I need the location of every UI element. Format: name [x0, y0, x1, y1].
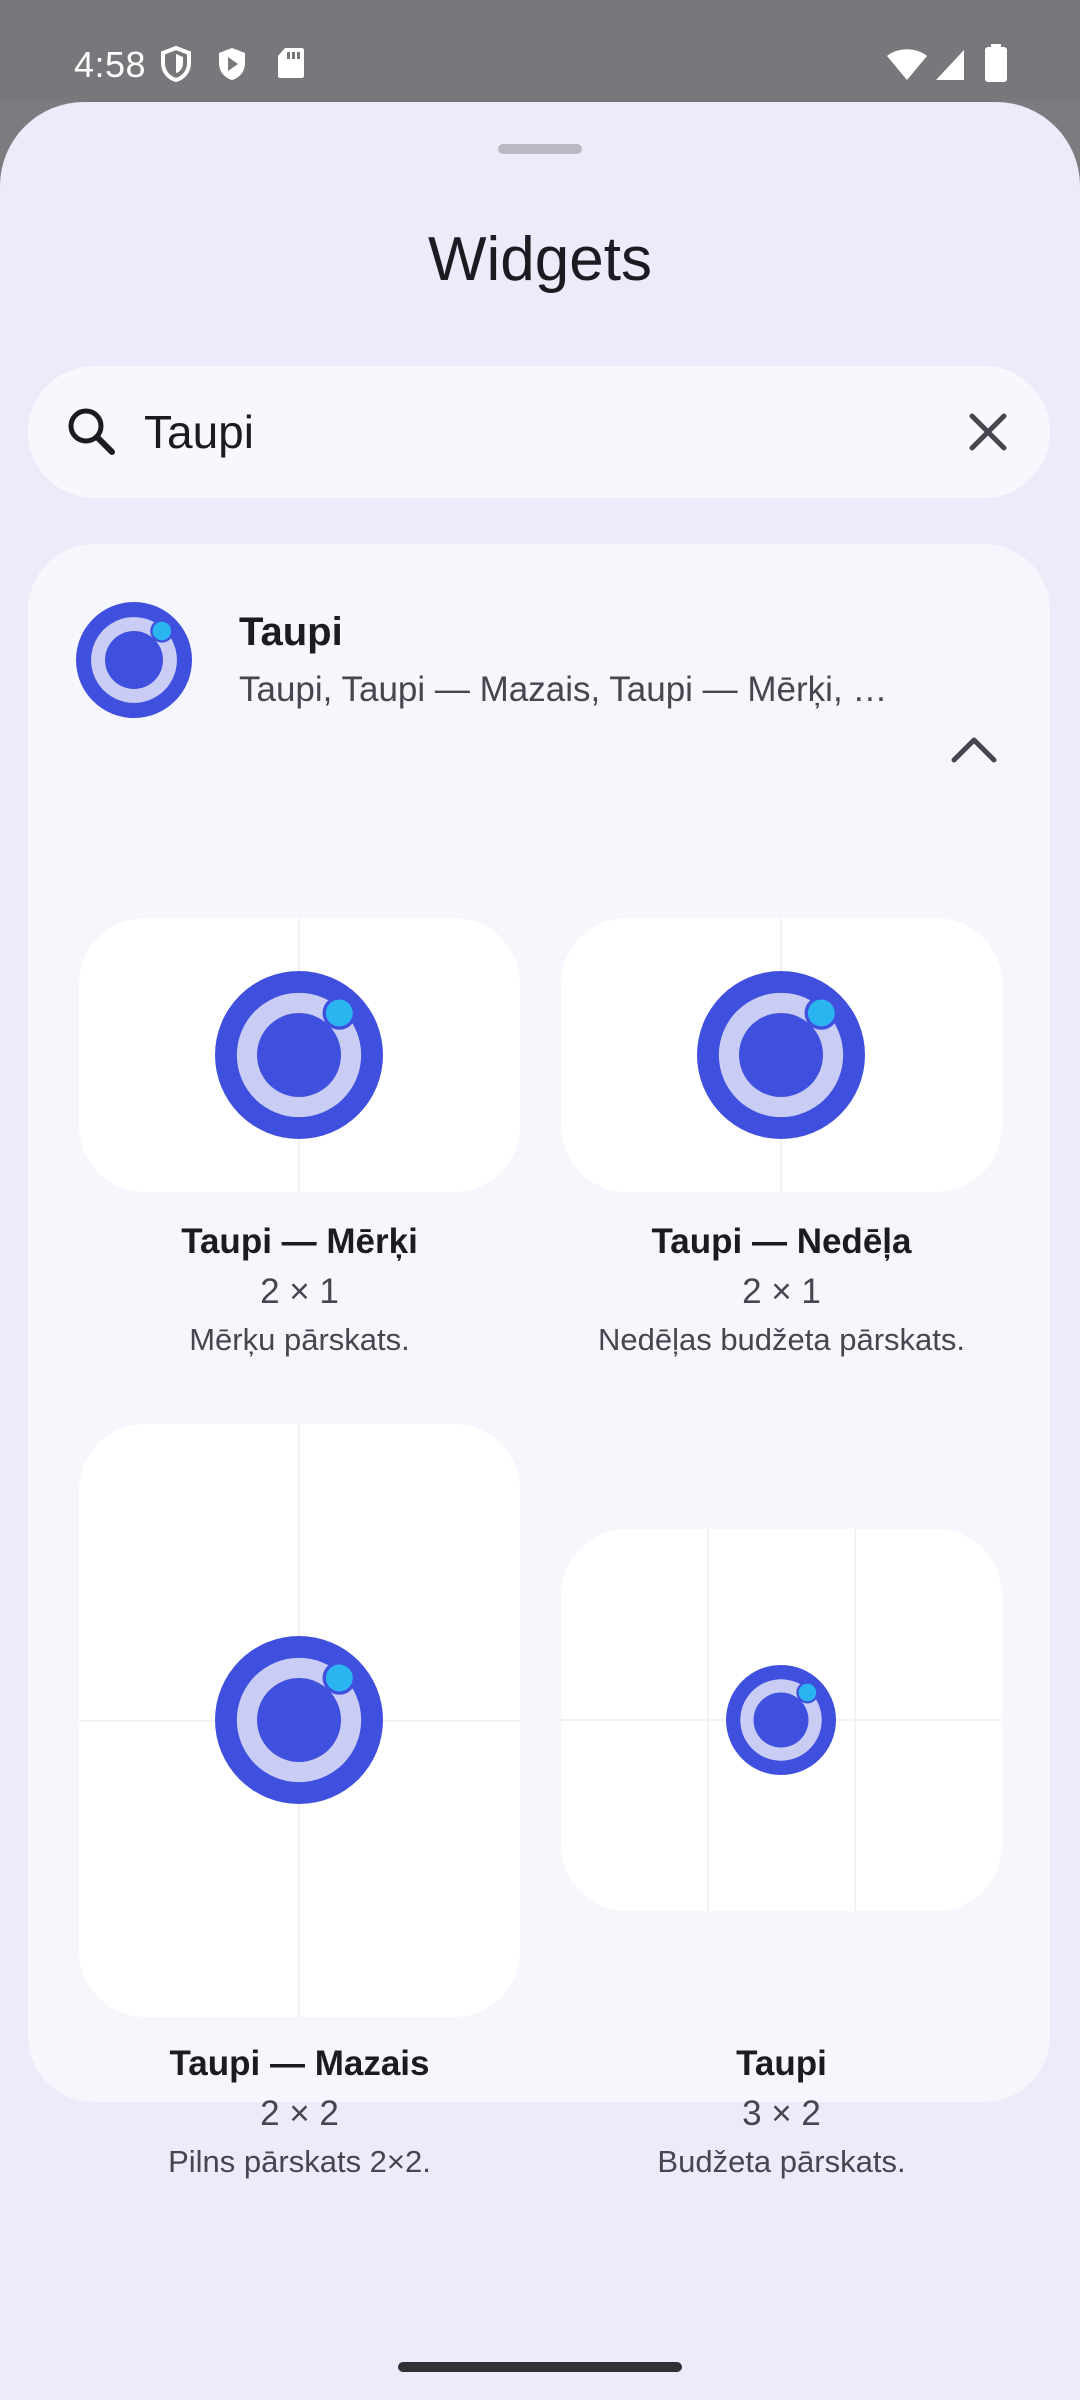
close-icon[interactable]: [958, 402, 1018, 462]
status-bar: 4:58: [0, 0, 1080, 102]
status-time: 4:58: [74, 44, 147, 85]
app-name: Taupi: [239, 610, 343, 654]
app-widget-group: Taupi Taupi, Taupi — Mazais, Taupi — Mēr…: [28, 544, 1050, 2179]
app-icon: [76, 602, 192, 723]
page-title: Widgets: [428, 225, 652, 294]
widget-description: Nedēļas budžeta pārskats.: [597, 1322, 966, 1357]
widgets-sheet: Widgets Taupi Taupi Taupi, Taupi — Mazai…: [0, 102, 1080, 2400]
widget-name: Taupi — Mērķi: [181, 1222, 418, 1261]
widget-preview-mazais[interactable]: [79, 1424, 520, 2017]
widget-size: 2 × 2: [260, 2094, 339, 2133]
widget-size: 2 × 1: [742, 1272, 821, 1311]
app-logo-icon: [215, 1636, 383, 1809]
app-logo-icon: [697, 971, 865, 1144]
play-protect-icon: [216, 46, 248, 87]
drag-handle[interactable]: [498, 144, 582, 154]
widget-description: Mērķu pārskats.: [189, 1322, 410, 1357]
widget-name: Taupi — Mazais: [169, 2044, 430, 2083]
search-input[interactable]: [144, 394, 944, 470]
app-header[interactable]: Taupi Taupi, Taupi — Mazais, Taupi — Mēr…: [28, 544, 1050, 774]
app-logo-icon: [726, 1665, 836, 1780]
app-widget-list: Taupi, Taupi — Mazais, Taupi — Mērķi, …: [239, 670, 888, 709]
widget-preview-merki[interactable]: [79, 918, 520, 1192]
search-bar[interactable]: [28, 366, 1050, 498]
signal-icon: [934, 48, 966, 87]
shield-icon: [160, 45, 192, 87]
widget-size: 3 × 2: [742, 2094, 821, 2133]
widget-name: Taupi — Nedēļa: [651, 1222, 912, 1261]
widget-name: Taupi: [736, 2044, 827, 2083]
widget-preview-nedela[interactable]: [561, 918, 1002, 1192]
widget-size: 2 × 1: [260, 1272, 339, 1311]
widget-description: Pilns pārskats 2×2.: [168, 2144, 431, 2179]
chevron-up-icon[interactable]: [944, 728, 1004, 768]
app-logo-icon: [215, 971, 383, 1144]
wifi-icon: [886, 48, 928, 87]
search-icon: [64, 404, 120, 465]
battery-icon: [984, 44, 1008, 87]
widget-description: Budžeta pārskats.: [657, 2144, 906, 2179]
navigation-handle[interactable]: [398, 2362, 682, 2372]
widget-preview-taupi[interactable]: [561, 1529, 1002, 1911]
sd-card-icon: [276, 46, 306, 85]
